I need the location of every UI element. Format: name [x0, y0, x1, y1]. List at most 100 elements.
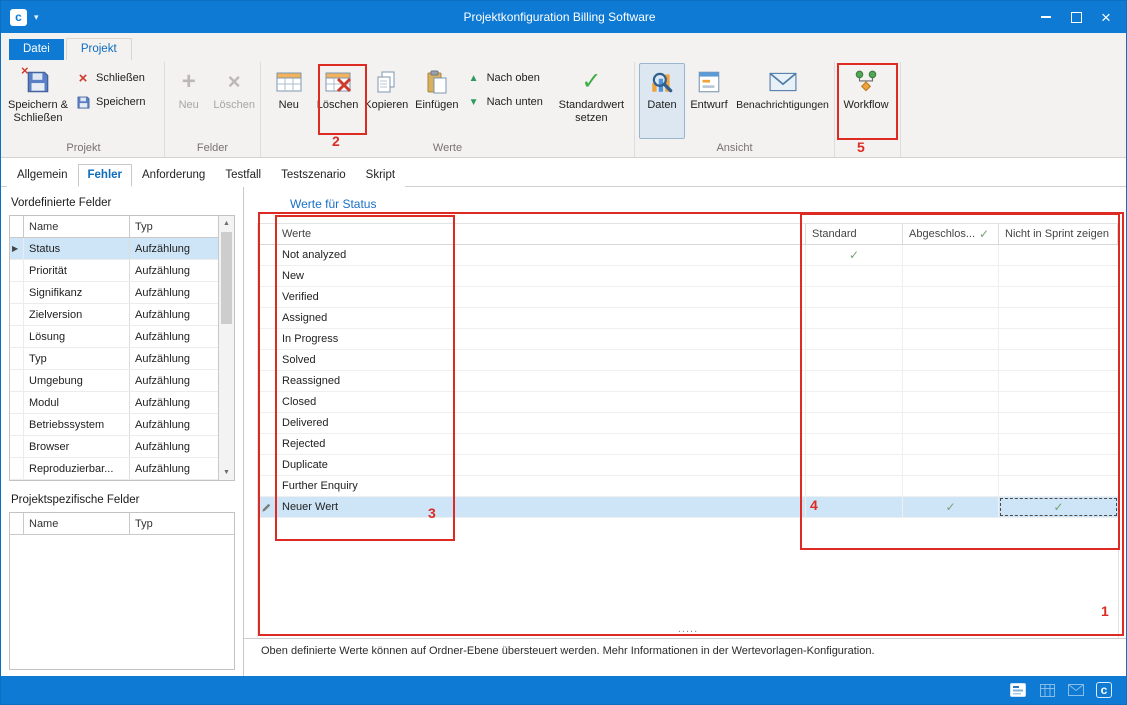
field-name-cell: Lösung	[24, 326, 130, 347]
field-row[interactable]: Signifikanz Aufzählung	[10, 282, 218, 304]
status-logo-icon[interactable]: c	[1096, 682, 1112, 698]
status-grid-icon[interactable]	[1038, 681, 1056, 699]
view-data-button[interactable]: Daten	[639, 63, 685, 139]
field-row[interactable]: Reproduzierbar... Aufzählung	[10, 458, 218, 480]
field-row[interactable]: Modul Aufzählung	[10, 392, 218, 414]
field-row[interactable]: Zielversion Aufzählung	[10, 304, 218, 326]
abgeschlossen-check-cell	[903, 329, 999, 349]
standard-check-cell: ✓	[806, 245, 903, 265]
status-properties-icon[interactable]	[1009, 681, 1027, 699]
value-row[interactable]: Not analyzed ✓	[258, 245, 1118, 266]
abgeschlossen-check-cell	[903, 287, 999, 307]
value-row[interactable]: Neuer Wert ✓ ✓	[258, 497, 1118, 518]
row-selector	[258, 392, 276, 412]
move-up-button[interactable]: ▲ Nach oben	[466, 70, 549, 86]
chevron-down-icon[interactable]: ▾	[34, 12, 39, 23]
workflow-button[interactable]: Workflow	[837, 63, 895, 139]
tab-datei[interactable]: Datei	[9, 39, 64, 60]
field-row[interactable]: Priorität Aufzählung	[10, 260, 218, 282]
value-row[interactable]: Rejected	[258, 434, 1118, 455]
tab-projekt[interactable]: Projekt	[66, 38, 132, 60]
doc-tab[interactable]: Testfall	[215, 164, 271, 187]
move-down-button[interactable]: ▼ Nach unten	[466, 94, 549, 110]
ribbon-group-felder: + Neu × Löschen Felder	[165, 62, 261, 157]
values-panel: Werte für Status Werte Standard Abgeschl…	[244, 187, 1126, 676]
column-header-abgeschlossen[interactable]: Abgeschlos... ✓	[903, 224, 999, 244]
close-red-icon: ×	[75, 70, 91, 86]
group-label-projekt: Projekt	[3, 141, 164, 157]
value-delete-button[interactable]: Löschen	[315, 63, 361, 139]
doc-tab-label: Skript	[366, 169, 395, 181]
field-row[interactable]: Typ Aufzählung	[10, 348, 218, 370]
minimize-button[interactable]	[1031, 4, 1061, 30]
status-mail-icon[interactable]	[1067, 681, 1085, 699]
field-name-cell: Zielversion	[24, 304, 130, 325]
sprint-check-cell	[999, 308, 1118, 328]
column-header-name[interactable]: Name	[24, 513, 130, 534]
doc-tab[interactable]: Allgemein	[7, 164, 78, 187]
splitter-grip[interactable]: .....	[258, 624, 1118, 634]
save-close-button[interactable]: × Speichern & Schließen	[5, 63, 71, 139]
value-row[interactable]: Closed	[258, 392, 1118, 413]
field-row[interactable]: ▶ Status Aufzählung	[10, 238, 218, 260]
set-default-button[interactable]: ✓ Standardwert setzen	[551, 63, 632, 139]
doc-tab[interactable]: Anforderung	[132, 164, 215, 187]
view-design-button[interactable]: Entwurf	[685, 63, 733, 139]
close-project-button[interactable]: × Schließen	[75, 70, 146, 86]
doc-tab-label: Anforderung	[142, 169, 205, 181]
maximize-button[interactable]	[1061, 4, 1091, 30]
field-row[interactable]: Browser Aufzählung	[10, 436, 218, 458]
row-selector	[258, 413, 276, 433]
sprint-check-cell	[999, 371, 1118, 391]
scroll-down-icon[interactable]: ▼	[219, 465, 234, 480]
abgeschlossen-check-cell	[903, 476, 999, 496]
notifications-button[interactable]: Benachrichtigungen	[733, 63, 832, 139]
standard-check-cell	[806, 329, 903, 349]
value-row[interactable]: In Progress	[258, 329, 1118, 350]
doc-tab[interactable]: Skript	[356, 164, 405, 187]
row-selector	[258, 476, 276, 496]
value-row[interactable]: New	[258, 266, 1118, 287]
column-header-typ[interactable]: Typ	[130, 513, 234, 534]
value-row[interactable]: Solved	[258, 350, 1118, 371]
field-delete-button[interactable]: × Löschen	[210, 63, 258, 139]
save-close-icon: ×	[25, 67, 51, 97]
field-row[interactable]: Betriebssystem Aufzählung	[10, 414, 218, 436]
doc-tab-label: Testfall	[225, 169, 261, 181]
value-row[interactable]: Verified	[258, 287, 1118, 308]
paste-button[interactable]: Einfügen	[412, 63, 462, 139]
column-header-typ[interactable]: Typ	[130, 216, 218, 237]
scrollbar-thumb[interactable]	[221, 232, 232, 324]
value-row[interactable]: Reassigned	[258, 371, 1118, 392]
value-new-button[interactable]: Neu	[263, 63, 315, 139]
fields-scrollbar[interactable]: ▲ ▼	[218, 216, 234, 480]
column-header-name[interactable]: Name	[24, 216, 130, 237]
abgeschlossen-check-cell	[903, 413, 999, 433]
close-button[interactable]: ×	[1091, 4, 1121, 30]
value-row[interactable]: Assigned	[258, 308, 1118, 329]
window-controls: ×	[1031, 4, 1126, 30]
field-new-button[interactable]: + Neu	[167, 63, 210, 139]
table-new-icon	[275, 67, 303, 97]
scroll-up-icon[interactable]: ▲	[219, 216, 234, 231]
standard-check-cell	[806, 413, 903, 433]
predefined-fields-title: Vordefinierte Felder	[11, 197, 243, 209]
save-button[interactable]: Speichern	[75, 94, 146, 110]
value-row[interactable]: Duplicate	[258, 455, 1118, 476]
field-row[interactable]: Lösung Aufzählung	[10, 326, 218, 348]
doc-tab[interactable]: Testszenario	[271, 164, 356, 187]
column-header-standard[interactable]: Standard	[806, 224, 903, 244]
paste-icon	[425, 67, 449, 97]
app-logo-icon[interactable]: c	[10, 9, 27, 26]
column-header-werte[interactable]: Werte	[276, 224, 806, 244]
copy-button[interactable]: Kopieren	[361, 63, 413, 139]
value-row[interactable]: Further Enquiry	[258, 476, 1118, 497]
column-header-sprint[interactable]: Nicht in Sprint zeigen	[999, 224, 1118, 244]
value-row[interactable]: Delivered	[258, 413, 1118, 434]
standard-check-cell	[806, 434, 903, 454]
field-row[interactable]: Umgebung Aufzählung	[10, 370, 218, 392]
mail-icon	[769, 67, 797, 97]
fields-grid-header: Name Typ	[10, 216, 218, 238]
sprint-check-cell	[999, 476, 1118, 496]
doc-tab[interactable]: Fehler	[78, 164, 133, 187]
